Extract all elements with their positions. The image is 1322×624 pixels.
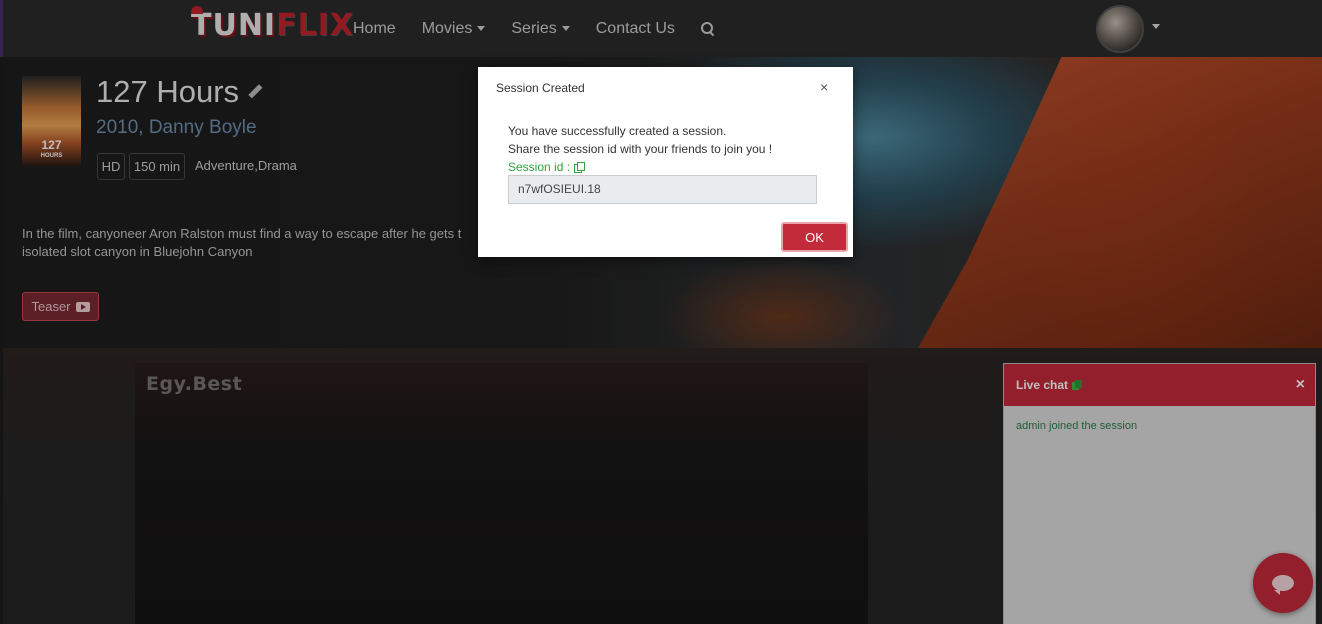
session-created-modal: Session Created × You have successfully … <box>478 67 853 257</box>
session-id-field[interactable]: n7wfOSIEUI.18 <box>508 175 817 204</box>
copy-icon[interactable] <box>574 161 586 173</box>
modal-close-button[interactable]: × <box>820 79 828 95</box>
modal-title: Session Created <box>496 81 585 95</box>
modal-message-line-2: Share the session id with your friends t… <box>508 142 773 156</box>
modal-message-line-1: You have successfully created a session. <box>508 124 727 138</box>
session-id-label: Session id : <box>508 160 586 174</box>
ok-button[interactable]: OK <box>781 222 848 252</box>
